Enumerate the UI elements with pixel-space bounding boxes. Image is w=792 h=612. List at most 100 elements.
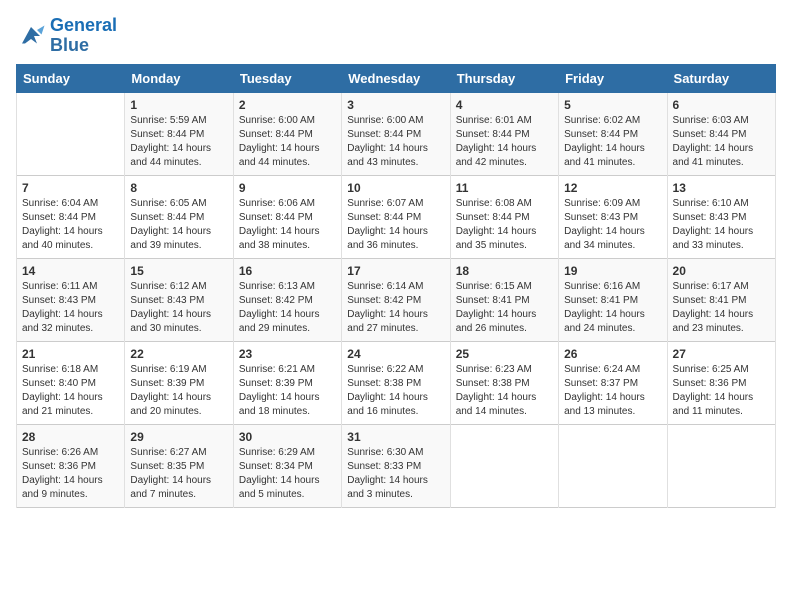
header-wednesday: Wednesday — [342, 64, 450, 92]
calendar-cell: 27 Sunrise: 6:25 AMSunset: 8:36 PMDayligh… — [667, 341, 775, 424]
calendar-cell: 25 Sunrise: 6:23 AMSunset: 8:38 PMDayligh… — [450, 341, 558, 424]
logo-text: General Blue — [50, 16, 117, 56]
calendar-cell: 9 Sunrise: 6:06 AMSunset: 8:44 PMDaylight… — [233, 175, 341, 258]
day-info: Sunrise: 6:03 AMSunset: 8:44 PMDaylight:… — [673, 114, 770, 170]
header-thursday: Thursday — [450, 64, 558, 92]
day-info: Sunrise: 6:12 AMSunset: 8:43 PMDaylight:… — [130, 280, 227, 336]
day-number: 9 — [239, 181, 336, 195]
day-number: 26 — [564, 347, 661, 361]
calendar-cell: 1 Sunrise: 5:59 AMSunset: 8:44 PMDaylight… — [125, 92, 233, 175]
calendar-cell: 14Sunrise: 6:11 AMSunset: 8:43 PMDayligh… — [17, 258, 125, 341]
day-number: 13 — [673, 181, 770, 195]
day-number: 8 — [130, 181, 227, 195]
calendar-cell: 30 Sunrise: 6:29 AMSunset: 8:34 PMDayligh… — [233, 424, 341, 507]
calendar-cell: 24 Sunrise: 6:22 AMSunset: 8:38 PMDayligh… — [342, 341, 450, 424]
day-info: Sunrise: 6:17 AMSunset: 8:41 PMDaylight:… — [673, 280, 770, 336]
day-info: Sunrise: 6:22 AMSunset: 8:38 PMDaylight:… — [347, 363, 444, 419]
calendar-cell: 16Sunrise: 6:13 AMSunset: 8:42 PMDayligh… — [233, 258, 341, 341]
calendar-cell: 31Sunrise: 6:30 AMSunset: 8:33 PMDayligh… — [342, 424, 450, 507]
day-number: 5 — [564, 98, 661, 112]
calendar-cell: 21 Sunrise: 6:18 AMSunset: 8:40 PMDayligh… — [17, 341, 125, 424]
day-number: 12 — [564, 181, 661, 195]
header-tuesday: Tuesday — [233, 64, 341, 92]
day-info: Sunrise: 6:15 AMSunset: 8:41 PMDaylight:… — [456, 280, 553, 336]
calendar-week-row: 21 Sunrise: 6:18 AMSunset: 8:40 PMDayligh… — [17, 341, 776, 424]
day-info: Sunrise: 6:29 AMSunset: 8:34 PMDaylight:… — [239, 446, 336, 502]
calendar-cell: 18 Sunrise: 6:15 AMSunset: 8:41 PMDayligh… — [450, 258, 558, 341]
calendar-cell: 26 Sunrise: 6:24 AMSunset: 8:37 PMDayligh… — [559, 341, 667, 424]
day-info: Sunrise: 6:18 AMSunset: 8:40 PMDaylight:… — [22, 363, 119, 419]
day-number: 2 — [239, 98, 336, 112]
calendar-cell: 6 Sunrise: 6:03 AMSunset: 8:44 PMDaylight… — [667, 92, 775, 175]
day-number: 27 — [673, 347, 770, 361]
calendar-cell: 23Sunrise: 6:21 AMSunset: 8:39 PMDayligh… — [233, 341, 341, 424]
calendar-cell: 13 Sunrise: 6:10 AMSunset: 8:43 PMDayligh… — [667, 175, 775, 258]
day-number: 18 — [456, 264, 553, 278]
header-friday: Friday — [559, 64, 667, 92]
header-monday: Monday — [125, 64, 233, 92]
day-info: Sunrise: 6:16 AMSunset: 8:41 PMDaylight:… — [564, 280, 661, 336]
day-number: 25 — [456, 347, 553, 361]
day-number: 1 — [130, 98, 227, 112]
day-number: 31 — [347, 430, 444, 444]
calendar-week-row: 1 Sunrise: 5:59 AMSunset: 8:44 PMDaylight… — [17, 92, 776, 175]
day-number: 4 — [456, 98, 553, 112]
calendar-cell: 15 Sunrise: 6:12 AMSunset: 8:43 PMDayligh… — [125, 258, 233, 341]
day-number: 30 — [239, 430, 336, 444]
calendar-cell: 5Sunrise: 6:02 AMSunset: 8:44 PMDaylight… — [559, 92, 667, 175]
calendar-cell: 2 Sunrise: 6:00 AMSunset: 8:44 PMDaylight… — [233, 92, 341, 175]
calendar-week-row: 14Sunrise: 6:11 AMSunset: 8:43 PMDayligh… — [17, 258, 776, 341]
calendar-cell: 19 Sunrise: 6:16 AMSunset: 8:41 PMDayligh… — [559, 258, 667, 341]
day-number: 28 — [22, 430, 119, 444]
day-number: 17 — [347, 264, 444, 278]
calendar-cell: 7 Sunrise: 6:04 AMSunset: 8:44 PMDaylight… — [17, 175, 125, 258]
calendar-cell — [559, 424, 667, 507]
day-info: Sunrise: 6:00 AMSunset: 8:44 PMDaylight:… — [239, 114, 336, 170]
day-number: 19 — [564, 264, 661, 278]
calendar-cell — [450, 424, 558, 507]
day-number: 6 — [673, 98, 770, 112]
day-number: 15 — [130, 264, 227, 278]
day-info: Sunrise: 6:19 AMSunset: 8:39 PMDaylight:… — [130, 363, 227, 419]
day-number: 11 — [456, 181, 553, 195]
day-info: Sunrise: 6:09 AMSunset: 8:43 PMDaylight:… — [564, 197, 661, 253]
day-info: Sunrise: 6:27 AMSunset: 8:35 PMDaylight:… — [130, 446, 227, 502]
calendar-cell: 22 Sunrise: 6:19 AMSunset: 8:39 PMDayligh… — [125, 341, 233, 424]
day-number: 22 — [130, 347, 227, 361]
calendar-cell: 4 Sunrise: 6:01 AMSunset: 8:44 PMDaylight… — [450, 92, 558, 175]
day-info: Sunrise: 5:59 AMSunset: 8:44 PMDaylight:… — [130, 114, 227, 170]
calendar-cell: 3Sunrise: 6:00 AMSunset: 8:44 PMDaylight… — [342, 92, 450, 175]
day-number: 7 — [22, 181, 119, 195]
calendar-cell: 11Sunrise: 6:08 AMSunset: 8:44 PMDayligh… — [450, 175, 558, 258]
calendar-cell: 12 Sunrise: 6:09 AMSunset: 8:43 PMDayligh… — [559, 175, 667, 258]
calendar-cell: 20 Sunrise: 6:17 AMSunset: 8:41 PMDayligh… — [667, 258, 775, 341]
day-number: 24 — [347, 347, 444, 361]
day-info: Sunrise: 6:04 AMSunset: 8:44 PMDaylight:… — [22, 197, 119, 253]
day-info: Sunrise: 6:23 AMSunset: 8:38 PMDaylight:… — [456, 363, 553, 419]
calendar-cell: 29 Sunrise: 6:27 AMSunset: 8:35 PMDayligh… — [125, 424, 233, 507]
day-info: Sunrise: 6:21 AMSunset: 8:39 PMDaylight:… — [239, 363, 336, 419]
calendar-cell — [667, 424, 775, 507]
day-info: Sunrise: 6:13 AMSunset: 8:42 PMDaylight:… — [239, 280, 336, 336]
day-info: Sunrise: 6:11 AMSunset: 8:43 PMDaylight:… — [22, 280, 119, 336]
calendar-cell: 10Sunrise: 6:07 AMSunset: 8:44 PMDayligh… — [342, 175, 450, 258]
page-header: General Blue — [16, 16, 776, 56]
day-info: Sunrise: 6:06 AMSunset: 8:44 PMDaylight:… — [239, 197, 336, 253]
day-info: Sunrise: 6:00 AMSunset: 8:44 PMDaylight:… — [347, 114, 444, 170]
day-number: 21 — [22, 347, 119, 361]
day-number: 29 — [130, 430, 227, 444]
calendar-week-row: 28Sunrise: 6:26 AMSunset: 8:36 PMDayligh… — [17, 424, 776, 507]
calendar-cell: 17 Sunrise: 6:14 AMSunset: 8:42 PMDayligh… — [342, 258, 450, 341]
day-number: 10 — [347, 181, 444, 195]
logo: General Blue — [16, 16, 117, 56]
calendar-week-row: 7 Sunrise: 6:04 AMSunset: 8:44 PMDaylight… — [17, 175, 776, 258]
day-info: Sunrise: 6:01 AMSunset: 8:44 PMDaylight:… — [456, 114, 553, 170]
calendar-cell: 8 Sunrise: 6:05 AMSunset: 8:44 PMDaylight… — [125, 175, 233, 258]
day-info: Sunrise: 6:05 AMSunset: 8:44 PMDaylight:… — [130, 197, 227, 253]
day-info: Sunrise: 6:14 AMSunset: 8:42 PMDaylight:… — [347, 280, 444, 336]
calendar-body: 1 Sunrise: 5:59 AMSunset: 8:44 PMDaylight… — [17, 92, 776, 507]
day-info: Sunrise: 6:24 AMSunset: 8:37 PMDaylight:… — [564, 363, 661, 419]
day-number: 20 — [673, 264, 770, 278]
day-info: Sunrise: 6:10 AMSunset: 8:43 PMDaylight:… — [673, 197, 770, 253]
day-info: Sunrise: 6:25 AMSunset: 8:36 PMDaylight:… — [673, 363, 770, 419]
